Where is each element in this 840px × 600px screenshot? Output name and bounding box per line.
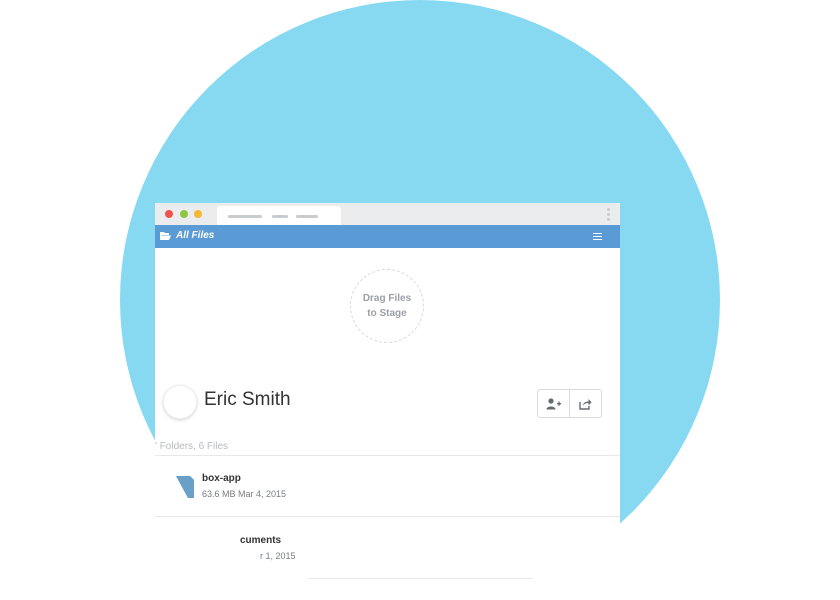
action-button-group	[537, 389, 602, 418]
divider	[155, 455, 620, 456]
file-meta: 63.6 MB Mar 4, 2015	[202, 489, 287, 499]
file-meta: r 1, 2015	[260, 551, 296, 561]
browser-window: All Files Drag Files to Stage Eric Smith	[155, 203, 620, 600]
tab-placeholder-line	[272, 215, 288, 218]
folder-open-icon	[160, 232, 171, 240]
file-name[interactable]: box-app	[202, 473, 241, 484]
file-name[interactable]: cuments	[240, 535, 281, 546]
file-icon	[176, 476, 194, 498]
close-window-button[interactable]	[165, 210, 173, 218]
app-header: All Files	[155, 225, 620, 248]
share-button[interactable]	[569, 390, 601, 417]
drop-zone-label-line1: Drag Files	[362, 293, 412, 304]
avatar[interactable]	[163, 385, 197, 419]
tab-placeholder-line	[296, 215, 318, 218]
add-user-button[interactable]	[538, 390, 569, 417]
drop-zone[interactable]: Drag Files to Stage	[350, 269, 424, 343]
drop-zone-label-line2: to Stage	[367, 308, 407, 319]
browser-tab[interactable]	[217, 206, 341, 225]
add-user-icon	[546, 397, 561, 409]
tab-placeholder-line	[228, 215, 262, 218]
user-name: Eric Smith	[204, 389, 291, 410]
app-title[interactable]: All Files	[176, 230, 214, 241]
divider	[155, 516, 620, 517]
divider	[308, 578, 533, 579]
browser-chrome	[155, 203, 620, 225]
maximize-window-button[interactable]	[194, 210, 202, 218]
share-icon	[579, 398, 592, 410]
minimize-window-button[interactable]	[180, 210, 188, 218]
hamburger-menu-icon[interactable]	[593, 233, 602, 242]
folder-file-count: ' Folders, 6 Files	[155, 441, 229, 452]
browser-menu-icon[interactable]	[607, 208, 610, 223]
